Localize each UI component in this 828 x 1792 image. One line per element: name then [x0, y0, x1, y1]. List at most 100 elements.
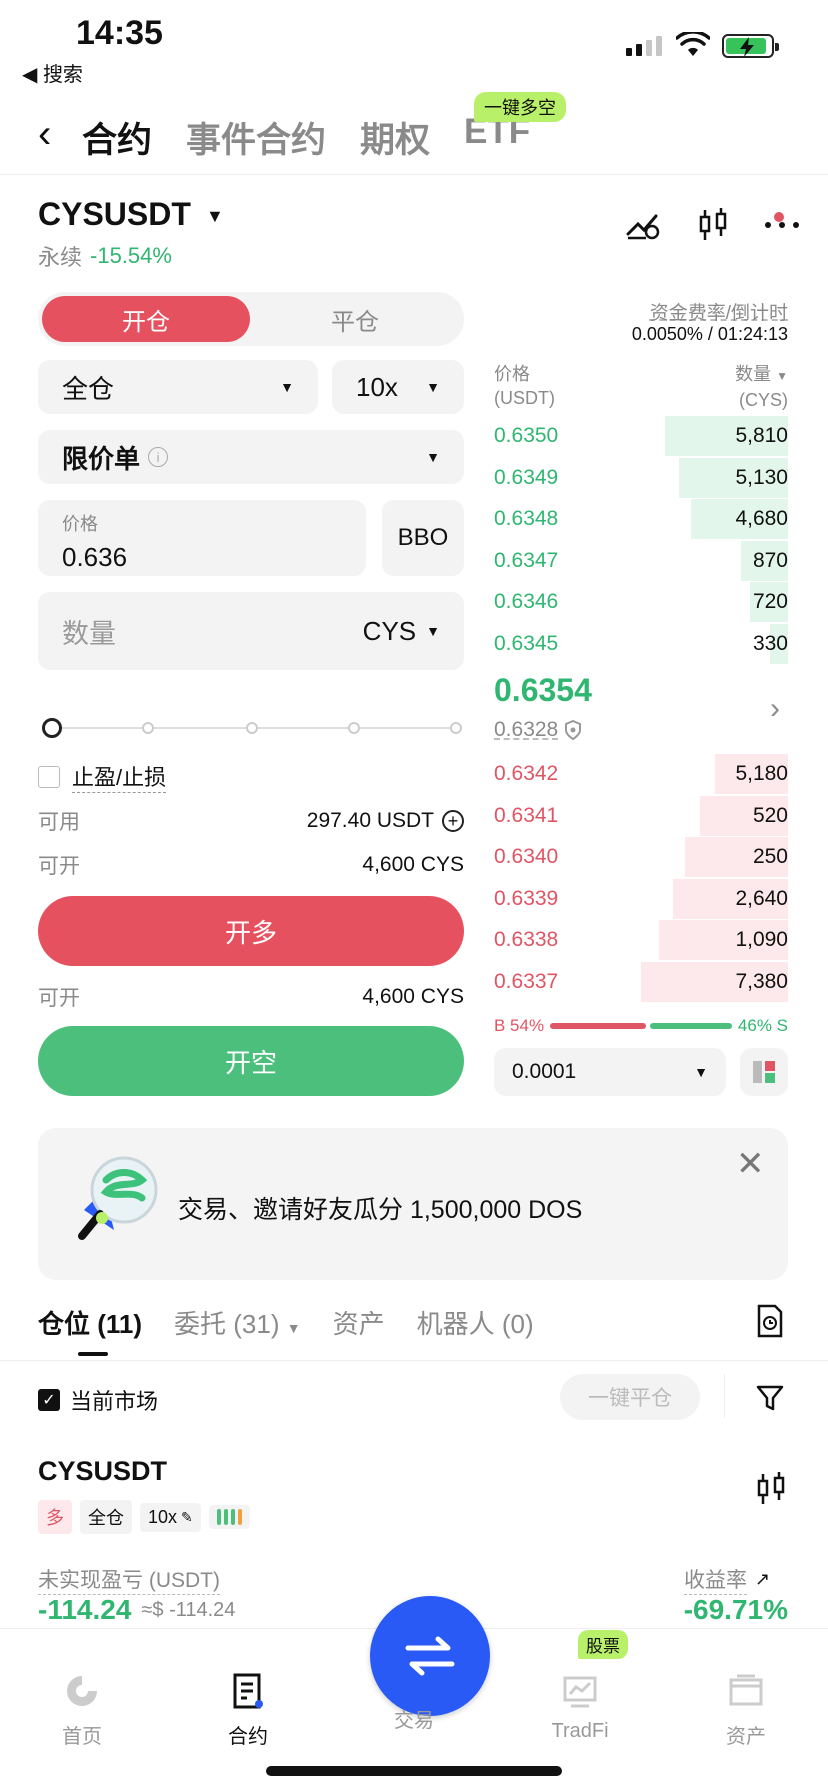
- tab-bots[interactable]: 机器人 (0): [417, 1304, 534, 1341]
- transfer-plus-icon[interactable]: +: [442, 810, 464, 832]
- nav-assets[interactable]: 资产: [686, 1672, 806, 1749]
- position-symbol[interactable]: CYSUSDT: [38, 1456, 167, 1487]
- info-icon[interactable]: i: [148, 447, 169, 467]
- candlestick-chart-icon[interactable]: [756, 1472, 786, 1506]
- price-input-label: 价格: [62, 514, 98, 534]
- close-icon[interactable]: ✕: [736, 1144, 765, 1184]
- margin-mode-select[interactable]: 全仓 ▼: [38, 360, 318, 414]
- orderbook-price: 0.6345: [494, 631, 559, 655]
- bid-row[interactable]: 0.6338 1,090: [494, 920, 788, 960]
- nav-tradfi[interactable]: TradFi: [520, 1672, 640, 1743]
- price-input-value[interactable]: 0.636: [62, 542, 342, 573]
- quantity-slider[interactable]: [42, 718, 462, 738]
- orderbook-qty: 1,090: [735, 928, 788, 951]
- open-short-button[interactable]: 开空: [38, 1026, 464, 1096]
- quantity-unit-select[interactable]: CYS ▼: [363, 616, 440, 647]
- ask-row[interactable]: 0.6346 720: [494, 582, 788, 622]
- chevron-down-icon: ▼: [286, 1320, 301, 1336]
- bid-row[interactable]: 0.6342 5,180: [494, 754, 788, 794]
- precision-select[interactable]: 0.0001 ▼: [494, 1048, 726, 1096]
- tab-close-position[interactable]: 平仓: [250, 296, 460, 342]
- bid-row[interactable]: 0.6337 7,380: [494, 961, 788, 1002]
- ask-row[interactable]: 0.6348 4,680: [494, 499, 788, 539]
- bid-row[interactable]: 0.6339 2,640: [494, 878, 788, 919]
- trade-fab-button[interactable]: [370, 1596, 490, 1716]
- wallet-icon: [729, 1674, 763, 1706]
- ask-row[interactable]: 0.6347 870: [494, 540, 788, 581]
- order-type-select[interactable]: 限价单 i ▼: [38, 430, 464, 484]
- bbo-button[interactable]: BBO: [382, 500, 464, 576]
- candlestick-chart-icon[interactable]: [698, 208, 728, 242]
- quantity-input[interactable]: 数量 CYS ▼: [38, 592, 464, 670]
- slider-tick[interactable]: [348, 722, 360, 734]
- back-to-search-link[interactable]: ◀ 搜索: [22, 58, 83, 87]
- funding-rate-value: 0.0050% / 01:24:13: [631, 324, 788, 344]
- tpsl-checkbox[interactable]: [38, 765, 60, 788]
- side-tag: 多: [38, 1500, 72, 1534]
- nav-futures[interactable]: 合约: [188, 1672, 308, 1749]
- tab-orders[interactable]: 委托 (31) ▼: [174, 1304, 301, 1341]
- ask-row[interactable]: 0.6345 330: [494, 623, 788, 664]
- ask-row[interactable]: 0.6349 5,130: [494, 457, 788, 498]
- tab-options[interactable]: 期权: [360, 112, 430, 163]
- layout-icon: [753, 1061, 775, 1083]
- orderbook-layout-button[interactable]: [740, 1048, 788, 1096]
- leverage-tag[interactable]: 10x ✎: [140, 1502, 201, 1532]
- product-tabs: 合约 事件合约 期权 ETF: [82, 112, 530, 163]
- funding-rate-label[interactable]: 资金费率/倒计时: [560, 298, 788, 325]
- tpsl-label[interactable]: 止盈/止损: [72, 760, 167, 793]
- symbol-name[interactable]: CYSUSDT: [38, 196, 191, 233]
- current-market-filter[interactable]: ✓ 当前市场: [38, 1384, 158, 1416]
- leverage-select[interactable]: 10x ▼: [332, 360, 464, 414]
- filter-icon[interactable]: [756, 1384, 784, 1412]
- bid-row[interactable]: 0.6341 520: [494, 795, 788, 836]
- orderbook-qty-header[interactable]: 数量 ▼ (CYS): [660, 362, 788, 412]
- mark-price: 0.6328: [494, 718, 559, 741]
- tab-assets[interactable]: 资产: [333, 1304, 385, 1341]
- slider-tick[interactable]: [142, 722, 154, 734]
- tab-futures[interactable]: 合约: [82, 112, 152, 163]
- orderbook-qty: 2,640: [735, 886, 788, 910]
- bid-row[interactable]: 0.6340 250: [494, 837, 788, 877]
- unrealized-pnl-value: -114.24: [38, 1594, 132, 1625]
- price-alert-icon[interactable]: [626, 210, 662, 240]
- roe-value: -69.71%: [683, 1594, 788, 1625]
- position-tags: 多 全仓 10x ✎: [38, 1500, 250, 1534]
- checkbox-checked-icon[interactable]: ✓: [38, 1389, 60, 1411]
- orderbook-qty: 720: [752, 590, 788, 613]
- open-long-button[interactable]: 开多: [38, 896, 464, 966]
- slider-handle[interactable]: [42, 718, 62, 738]
- tab-positions[interactable]: 仓位 (11): [38, 1304, 142, 1341]
- divider: [0, 1360, 828, 1361]
- margin-tag: 全仓: [80, 1500, 132, 1534]
- home-icon: [67, 1676, 97, 1706]
- back-chevron-icon[interactable]: ‹: [38, 112, 51, 157]
- symbol-subtitle: 永续 -15.54%: [38, 240, 172, 272]
- slider-tick[interactable]: [246, 722, 258, 734]
- tab-event-contracts[interactable]: 事件合约: [186, 112, 326, 163]
- close-all-button[interactable]: 一键平仓: [560, 1374, 700, 1420]
- chevron-down-icon: ▼: [694, 1064, 708, 1080]
- history-document-icon[interactable]: [756, 1304, 784, 1338]
- roe-label[interactable]: 收益率: [684, 1564, 747, 1595]
- chevron-down-icon: ▼: [280, 379, 294, 395]
- orderbook-price: 0.6339: [494, 886, 559, 910]
- orderbook-price: 0.6342: [494, 762, 559, 785]
- unrealized-pnl-label[interactable]: 未实现盈亏 (USDT): [38, 1564, 220, 1595]
- tab-open-position[interactable]: 开仓: [42, 296, 250, 342]
- slider-tick[interactable]: [450, 722, 462, 734]
- ask-row[interactable]: 0.6350 5,810: [494, 416, 788, 456]
- more-options-icon[interactable]: [764, 220, 800, 230]
- price-input[interactable]: 价格 0.636: [38, 500, 366, 576]
- orderbook-qty: 7,380: [735, 969, 788, 993]
- nav-trade-label[interactable]: 交易: [354, 1704, 474, 1733]
- can-open-long-row: 可开 4,600 CYS: [38, 850, 464, 880]
- can-open-label: 可开: [38, 987, 80, 1010]
- share-icon[interactable]: ↗: [755, 1569, 770, 1590]
- cellular-signal-icon: [626, 36, 662, 56]
- futures-doc-icon: [233, 1673, 263, 1709]
- orderbook-price-header: 价格 (USDT): [494, 364, 555, 408]
- nav-home[interactable]: 首页: [22, 1672, 142, 1749]
- chevron-right-icon[interactable]: ›: [770, 692, 780, 726]
- symbol-dropdown-icon[interactable]: ▼: [206, 206, 224, 227]
